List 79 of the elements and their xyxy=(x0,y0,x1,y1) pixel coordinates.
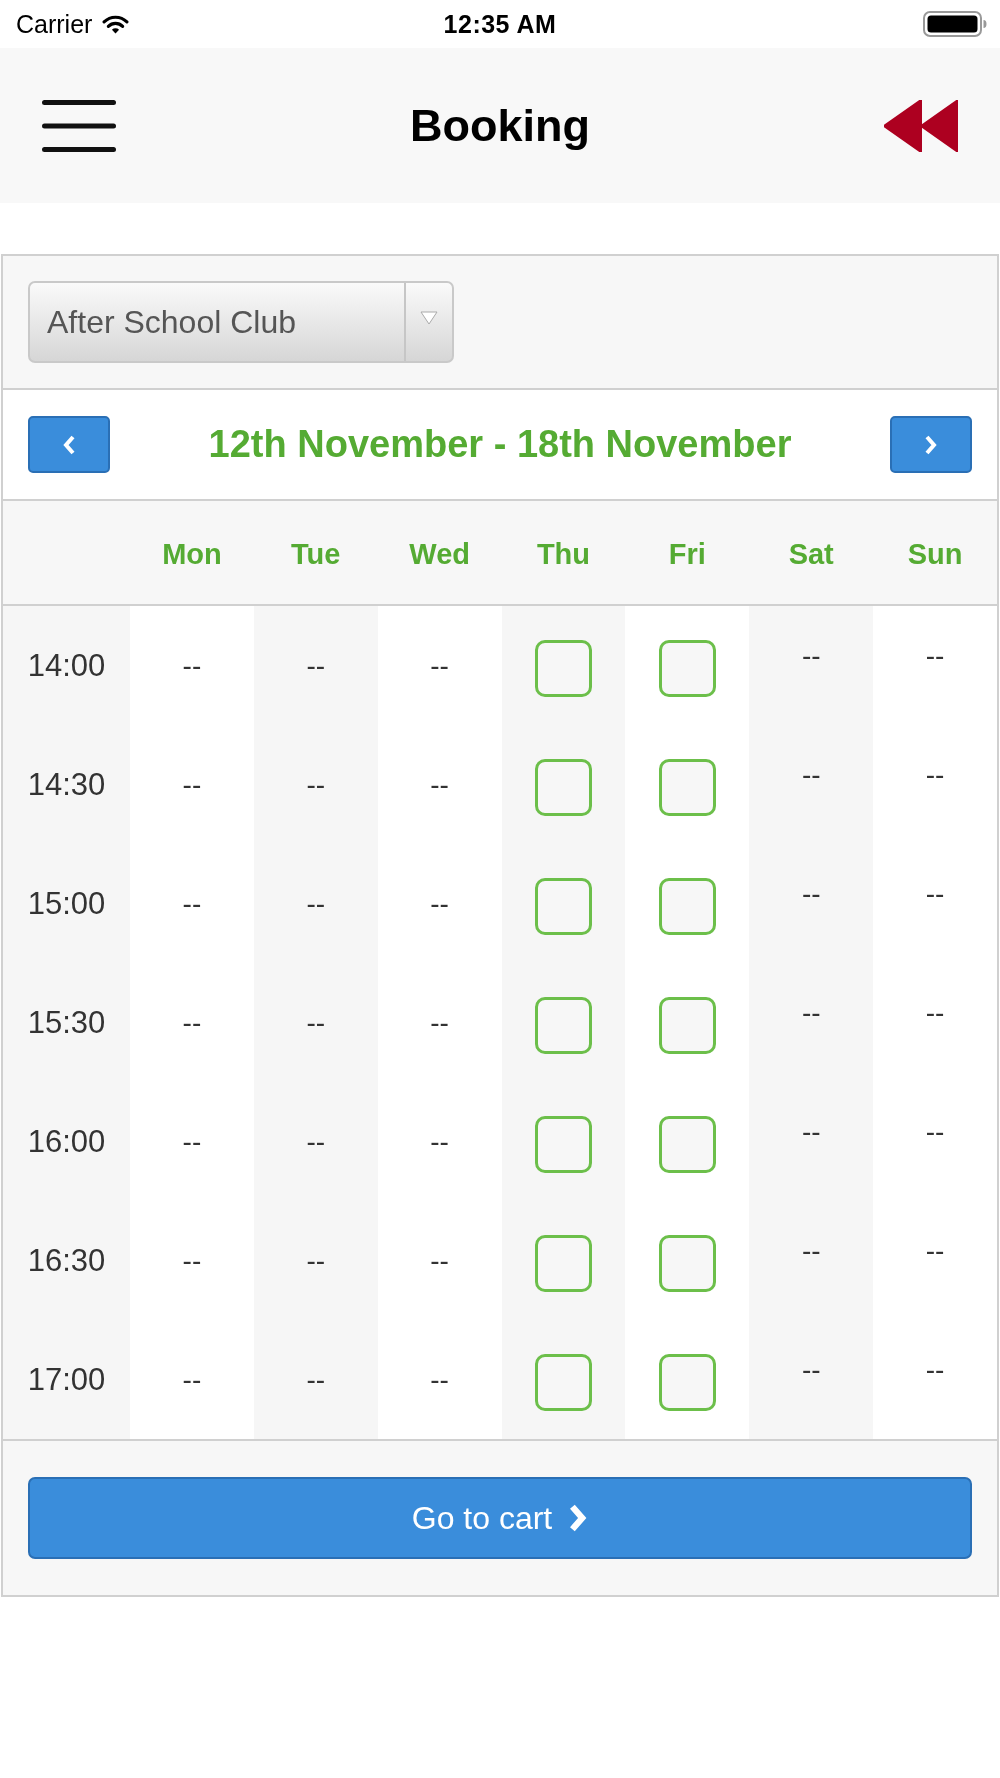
unavailable-slot-text: -- xyxy=(430,768,449,801)
time-label: 16:00 xyxy=(27,1123,106,1160)
unavailable-slot-text: -- xyxy=(801,878,821,910)
chevron-right-icon xyxy=(568,1504,589,1532)
slot-checkbox[interactable] xyxy=(658,878,716,935)
unavailable-slot-text: -- xyxy=(430,1125,449,1158)
day-header: Fri xyxy=(668,538,706,571)
chevron-left-icon xyxy=(62,434,76,455)
time-label: 15:00 xyxy=(27,885,106,922)
unavailable-slot-text: -- xyxy=(182,887,202,920)
slot-checkbox[interactable] xyxy=(535,997,592,1054)
unavailable-slot-text: -- xyxy=(925,759,945,791)
next-week-button[interactable] xyxy=(890,416,972,473)
slot-checkbox[interactable] xyxy=(658,759,716,816)
unavailable-slot-text: -- xyxy=(801,759,821,791)
carrier-label: Carrier xyxy=(16,9,93,39)
wifi-icon xyxy=(102,14,130,34)
slot-checkbox[interactable] xyxy=(658,640,716,697)
unavailable-slot-text: -- xyxy=(182,1125,202,1158)
unavailable-slot-text: -- xyxy=(925,1354,945,1386)
slot-checkbox[interactable] xyxy=(658,997,716,1054)
time-label: 16:30 xyxy=(27,1242,106,1279)
day-header: Thu xyxy=(536,538,591,571)
previous-week-button[interactable] xyxy=(28,416,110,473)
day-header: Sun xyxy=(907,538,963,571)
slot-checkbox[interactable] xyxy=(535,1354,592,1411)
unavailable-slot-text: -- xyxy=(182,1244,202,1277)
unavailable-slot-text: -- xyxy=(801,1116,821,1148)
unavailable-slot-text: -- xyxy=(182,649,202,682)
rewind-icon[interactable] xyxy=(884,99,958,152)
menu-icon[interactable] xyxy=(42,99,116,152)
unavailable-slot-text: -- xyxy=(306,1244,326,1277)
unavailable-slot-text: -- xyxy=(306,1363,326,1396)
slot-checkbox[interactable] xyxy=(658,1235,716,1292)
clock-time: 12:35 AM xyxy=(443,9,557,39)
week-range-label: 12th November - 18th November xyxy=(208,423,792,466)
time-label: 14:30 xyxy=(27,766,106,803)
unavailable-slot-text: -- xyxy=(306,768,326,801)
slot-checkbox[interactable] xyxy=(535,1116,592,1173)
activity-select[interactable]: After School Club xyxy=(28,281,454,363)
page-title: Booking xyxy=(410,99,590,152)
unavailable-slot-text: -- xyxy=(801,997,821,1029)
slot-checkbox[interactable] xyxy=(658,1354,716,1411)
unavailable-slot-text: -- xyxy=(306,1125,326,1158)
slot-checkbox[interactable] xyxy=(658,1116,716,1173)
time-label: 17:00 xyxy=(27,1361,106,1398)
chevron-right-icon xyxy=(924,434,938,455)
unavailable-slot-text: -- xyxy=(182,768,202,801)
unavailable-slot-text: -- xyxy=(306,649,326,682)
day-header: Tue xyxy=(291,538,341,571)
unavailable-slot-text: -- xyxy=(925,997,945,1029)
time-label: 15:30 xyxy=(27,1004,106,1041)
day-header: Wed xyxy=(409,538,470,571)
battery-icon xyxy=(923,11,987,37)
unavailable-slot-text: -- xyxy=(430,1006,449,1039)
unavailable-slot-text: -- xyxy=(430,887,449,920)
unavailable-slot-text: -- xyxy=(801,1354,821,1386)
unavailable-slot-text: -- xyxy=(182,1006,202,1039)
unavailable-slot-text: -- xyxy=(801,640,821,672)
unavailable-slot-text: -- xyxy=(430,649,449,682)
unavailable-slot-text: -- xyxy=(306,1006,326,1039)
unavailable-slot-text: -- xyxy=(430,1363,449,1396)
go-to-cart-button[interactable]: Go to cart xyxy=(28,1477,972,1559)
dropdown-arrow-icon xyxy=(420,311,438,325)
unavailable-slot-text: -- xyxy=(925,878,945,910)
slot-checkbox[interactable] xyxy=(535,759,592,816)
unavailable-slot-text: -- xyxy=(306,887,326,920)
unavailable-slot-text: -- xyxy=(925,1235,945,1267)
unavailable-slot-text: -- xyxy=(801,1235,821,1267)
day-header: Sat xyxy=(788,538,834,571)
unavailable-slot-text: -- xyxy=(925,640,945,672)
slot-checkbox[interactable] xyxy=(535,1235,592,1292)
slot-checkbox[interactable] xyxy=(535,640,592,697)
slot-checkbox[interactable] xyxy=(535,878,592,935)
day-header: Mon xyxy=(162,538,222,571)
time-label: 14:00 xyxy=(27,647,106,684)
unavailable-slot-text: -- xyxy=(430,1244,449,1277)
unavailable-slot-text: -- xyxy=(925,1116,945,1148)
unavailable-slot-text: -- xyxy=(182,1363,202,1396)
